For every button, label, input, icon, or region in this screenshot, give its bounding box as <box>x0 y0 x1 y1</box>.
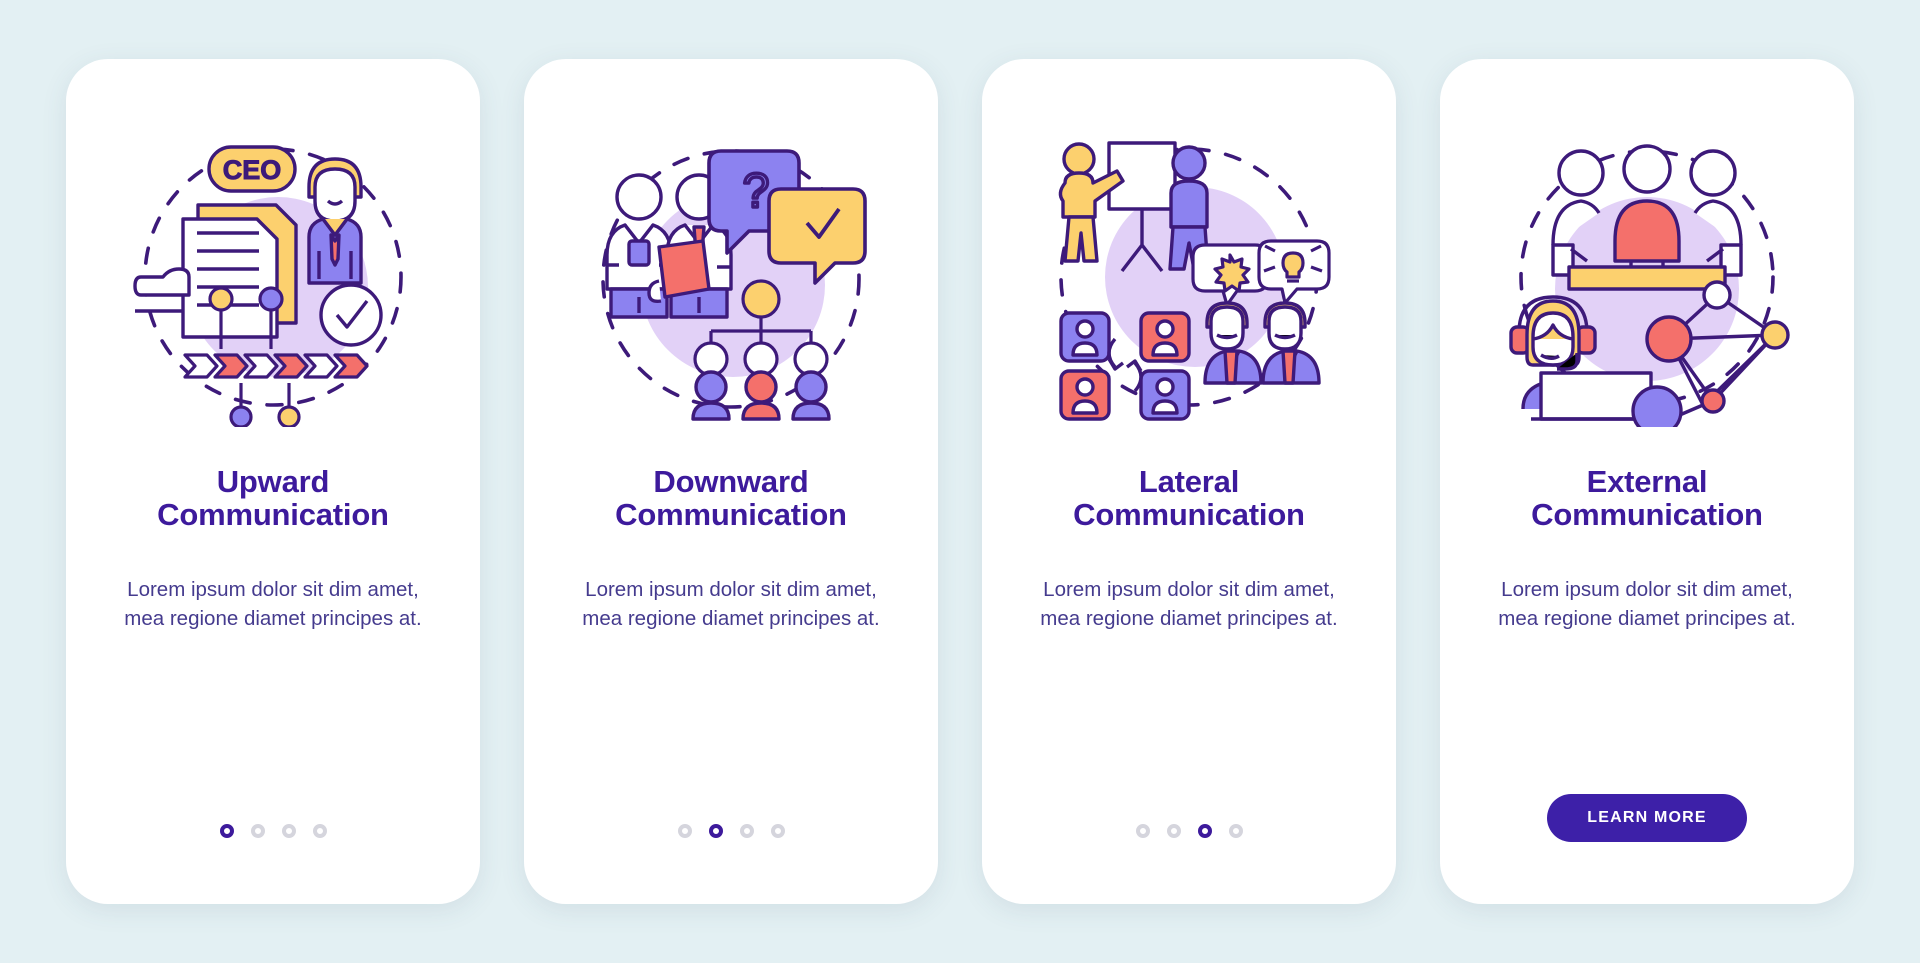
card-title-line-1: External <box>1586 464 1708 499</box>
pagination-dot-1[interactable] <box>219 824 234 838</box>
pagination-dots[interactable] <box>219 824 327 838</box>
pagination-dot-4[interactable] <box>1228 824 1243 838</box>
card-description: Lorem ipsum dolor sit dim amet, mea regi… <box>582 577 880 630</box>
card-title-line-1: Lateral <box>1138 464 1240 499</box>
pagination-dot-1[interactable] <box>677 824 692 838</box>
question-mark-glyph: ? <box>743 165 770 218</box>
onboarding-screen-external-communication: External Communication Lorem ipsum dolor… <box>1440 59 1854 904</box>
card-title-line-2: Communication <box>1531 497 1763 533</box>
onboarding-screens-row: CEO Upward Communication Lorem ipsum dol… <box>0 0 1920 963</box>
learn-more-button[interactable]: LEARN MORE <box>1547 794 1747 842</box>
card-title-line-1: Downward <box>653 464 809 499</box>
pagination-dot-3[interactable] <box>1197 824 1212 838</box>
page-title: External Communication <box>1531 465 1763 532</box>
ceo-badge-label: CEO <box>223 155 282 185</box>
pagination-dot-2[interactable] <box>250 824 265 838</box>
pagination-dot-1[interactable] <box>1135 824 1150 838</box>
pagination-dot-4[interactable] <box>770 824 785 838</box>
card-title-line-2: Communication <box>157 497 389 533</box>
pagination-dot-4[interactable] <box>312 824 327 838</box>
card-title-line-1: Upward <box>216 464 330 499</box>
card-description: Lorem ipsum dolor sit dim amet, mea regi… <box>1040 577 1338 630</box>
onboarding-screen-lateral-communication: Lateral Communication Lorem ipsum dolor … <box>982 59 1396 904</box>
onboarding-screen-downward-communication: ? Downward Communication Lorem ipsum dol… <box>524 59 938 904</box>
card-description: Lorem ipsum dolor sit dim amet, mea regi… <box>1498 577 1796 630</box>
presentation-peer-exchange-illustration <box>1039 127 1339 427</box>
support-agent-network-meeting-illustration <box>1497 127 1797 427</box>
page-title: Upward Communication <box>157 465 389 532</box>
onboarding-screen-upward-communication: CEO Upward Communication Lorem ipsum dol… <box>66 59 480 904</box>
pagination-dots[interactable] <box>677 824 785 838</box>
pagination-dots[interactable] <box>1135 824 1243 838</box>
card-title-line-2: Communication <box>615 497 847 533</box>
managers-org-chart-speech-bubbles-illustration: ? <box>581 127 881 427</box>
pagination-dot-3[interactable] <box>739 824 754 838</box>
page-title: Lateral Communication <box>1073 465 1305 532</box>
card-description: Lorem ipsum dolor sit dim amet, mea regi… <box>124 577 422 630</box>
page-title: Downward Communication <box>615 465 847 532</box>
ceo-document-approval-illustration: CEO <box>123 127 423 427</box>
pagination-dot-2[interactable] <box>708 824 723 838</box>
pagination-dot-3[interactable] <box>281 824 296 838</box>
pagination-dot-2[interactable] <box>1166 824 1181 838</box>
card-title-line-2: Communication <box>1073 497 1305 533</box>
